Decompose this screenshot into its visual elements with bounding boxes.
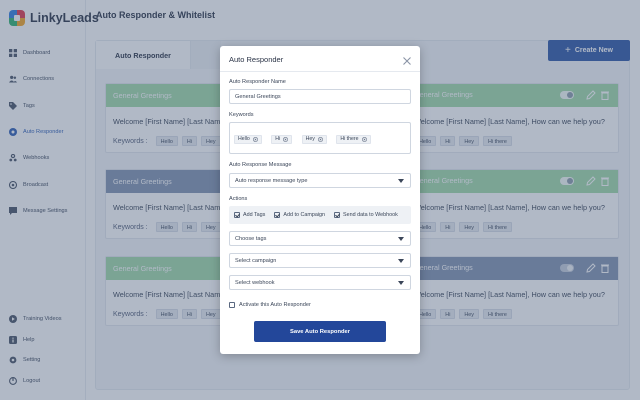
name-label: Auto Responder Name	[229, 79, 286, 85]
keyword-tag: Hi there	[336, 134, 371, 144]
keyword-tag-label: Hi there	[340, 136, 359, 142]
message-type-value: Auto response message type	[235, 177, 308, 184]
chevron-down-icon	[398, 259, 404, 263]
keyword-tag-label: Hey	[305, 136, 315, 142]
remove-keyword-icon[interactable]	[283, 136, 289, 142]
modal-divider	[220, 71, 420, 72]
keyword-tag: Hi	[271, 134, 293, 144]
responder-name-input[interactable]	[229, 89, 411, 104]
keywords-field[interactable]: Hello Hi Hey Hi there	[229, 122, 411, 154]
choose-tags-value: Choose tags	[235, 235, 267, 242]
checkbox-icon	[334, 212, 341, 218]
select-webhook-value: Select webhook	[235, 279, 275, 286]
checkbox-icon	[229, 302, 235, 308]
select-webhook-select[interactable]: Select webhook	[229, 275, 411, 290]
keyword-tag-label: Hi	[275, 136, 281, 142]
actions-label: Actions	[229, 196, 248, 202]
modal-title: Auto Responder	[229, 55, 284, 64]
checkbox-icon	[274, 212, 281, 218]
select-campaign-value: Select campaign	[235, 257, 277, 264]
activate-label: Activate this Auto Responder	[239, 302, 311, 308]
action-label: Send data to Webhook	[343, 212, 398, 218]
actions-bar: Add Tags Add to Campaign Send data to We…	[229, 206, 411, 224]
remove-keyword-icon[interactable]	[361, 136, 367, 142]
keywords-label: Keywords	[229, 112, 254, 118]
checkbox-icon	[234, 212, 240, 218]
select-campaign-select[interactable]: Select campaign	[229, 253, 411, 268]
action-label: Add Tags	[243, 212, 266, 218]
auto-responder-modal: Auto Responder Auto Responder Name Keywo…	[220, 46, 420, 354]
save-auto-responder-button[interactable]: Save Auto Responder	[254, 321, 386, 342]
action-add-tags[interactable]: Add Tags	[234, 212, 265, 218]
chevron-down-icon	[398, 281, 404, 285]
chevron-down-icon	[398, 237, 404, 241]
action-label: Add to Campaign	[283, 212, 326, 218]
activate-checkbox[interactable]: Activate this Auto Responder	[229, 302, 311, 308]
close-icon[interactable]	[402, 53, 412, 65]
keyword-tag: Hey	[301, 134, 327, 144]
choose-tags-select[interactable]: Choose tags	[229, 231, 411, 246]
action-send-to-webhook[interactable]: Send data to Webhook	[334, 212, 398, 218]
chevron-down-icon	[398, 179, 404, 183]
keyword-tag-label: Hello	[238, 136, 250, 142]
action-add-to-campaign[interactable]: Add to Campaign	[274, 212, 325, 218]
keyword-tag: Hello	[234, 134, 262, 144]
remove-keyword-icon[interactable]	[317, 136, 323, 142]
remove-keyword-icon[interactable]	[252, 136, 258, 142]
message-label: Auto Response Message	[229, 162, 292, 168]
message-type-select[interactable]: Auto response message type	[229, 173, 411, 188]
